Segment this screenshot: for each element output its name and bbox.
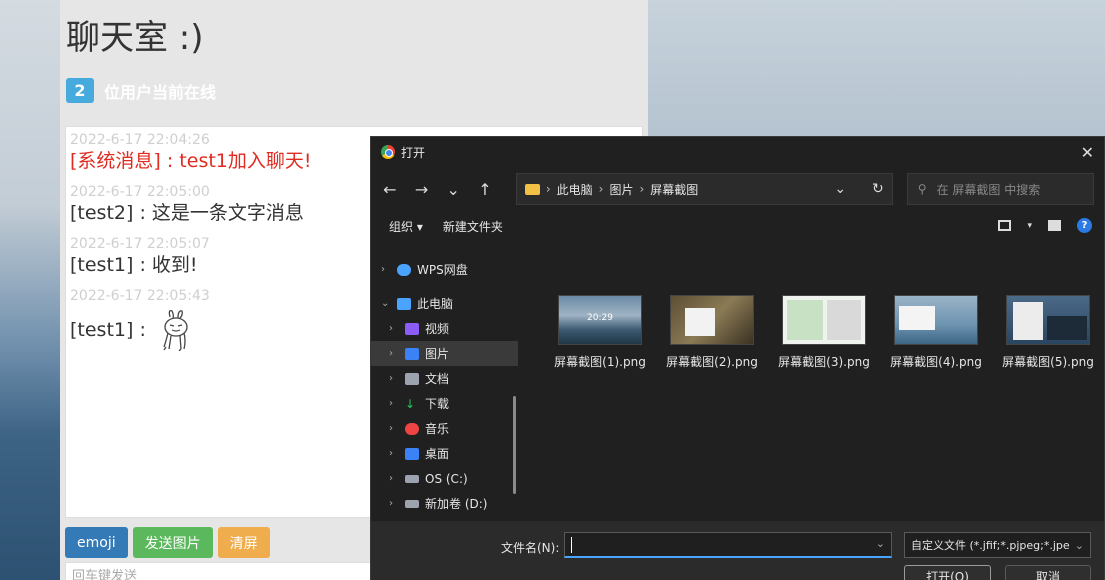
nav-item-drive-d[interactable]: › 新加卷 (D:) xyxy=(371,491,518,516)
drive-icon xyxy=(405,474,419,483)
dialog-navbar: ← → ⌄ ↑ › 此电脑 › 图片 › 屏幕截图 ⌄ ↻ ⚲ 在 屏幕截图 中… xyxy=(371,167,1104,211)
nav-item-label: 新加卷 (D:) xyxy=(425,497,488,511)
nav-item-label: 视频 xyxy=(425,322,450,336)
message-text: [test1] : xyxy=(70,319,146,341)
search-placeholder: 在 屏幕截图 中搜索 xyxy=(936,182,1041,197)
new-folder-button[interactable]: 新建文件夹 xyxy=(443,218,503,235)
filename-input[interactable]: ⌄ xyxy=(564,532,892,558)
chevron-down-icon[interactable]: ▾ xyxy=(1027,221,1032,231)
file-type-value: 自定义文件 (*.jfif;*.pjpeg;*.jpe xyxy=(911,539,1070,552)
nav-item-pictures[interactable]: › 图片 xyxy=(371,341,518,366)
open-button[interactable]: 打开(O) xyxy=(904,565,991,580)
desktop-icon xyxy=(405,447,419,460)
file-item[interactable]: 屏幕截图(5).png xyxy=(992,295,1104,521)
dialog-titlebar: 打开 ✕ xyxy=(371,137,1104,167)
file-name: 屏幕截图(2).png xyxy=(666,355,758,369)
breadcrumb-item[interactable]: 图片 xyxy=(609,181,633,198)
chat-toolbar: emoji 发送图片 清屏 xyxy=(65,527,270,558)
forward-icon[interactable]: → xyxy=(413,180,431,199)
back-icon[interactable]: ← xyxy=(381,180,399,199)
file-name: 屏幕截图(5).png xyxy=(1002,355,1094,369)
chrome-icon xyxy=(381,145,395,159)
nav-item-this-pc[interactable]: ⌄ 此电脑 xyxy=(371,291,518,316)
drive-icon xyxy=(405,499,419,508)
cancel-button[interactable]: 取消 xyxy=(1005,565,1091,580)
sticker-image xyxy=(163,309,188,351)
file-thumbnail xyxy=(1006,295,1090,345)
nav-item-label: WPS网盘 xyxy=(417,263,468,277)
navigation-pane[interactable]: › WPS网盘 ⌄ 此电脑 › 视频 › 图片 › 文档 › ↓ 下载 › 音乐… xyxy=(371,241,518,521)
folder-icon xyxy=(524,183,540,195)
filename-label: 文件名(N): xyxy=(501,541,560,555)
file-item[interactable]: 屏幕截图(2).png xyxy=(656,295,768,521)
nav-scrollbar[interactable] xyxy=(513,396,516,494)
chevron-down-icon[interactable]: ⌄ xyxy=(876,537,885,550)
text-caret xyxy=(571,537,572,553)
page-title: 聊天室 :) xyxy=(66,18,204,58)
file-thumbnail xyxy=(670,295,754,345)
chevron-down-icon: ⌄ xyxy=(1074,538,1084,552)
organize-button[interactable]: 组织 ▾ xyxy=(389,218,423,235)
nav-item-label: 文档 xyxy=(425,372,450,386)
nav-item-label: 桌面 xyxy=(425,447,450,461)
file-list: 20:29 屏幕截图(1).png 屏幕截图(2).png 屏幕截图(3).pn… xyxy=(518,241,1104,521)
pictures-icon xyxy=(405,347,419,360)
close-icon[interactable]: ✕ xyxy=(1081,143,1094,162)
nav-item-label: 音乐 xyxy=(425,422,450,436)
nav-item-music[interactable]: › 音乐 xyxy=(371,416,518,441)
nav-item-label: 此电脑 xyxy=(417,297,454,311)
nav-item-downloads[interactable]: › ↓ 下载 xyxy=(371,391,518,416)
command-bar: 组织 ▾ 新建文件夹 ▾ ? xyxy=(371,211,1104,241)
cloud-icon xyxy=(397,263,411,276)
refresh-icon[interactable]: ↻ xyxy=(872,181,884,197)
file-thumbnail: 20:29 xyxy=(558,295,642,345)
dialog-footer: 文件名(N): ⌄ 自定义文件 (*.jfif;*.pjpeg;*.jpe ⌄ … xyxy=(371,521,1104,580)
computer-icon xyxy=(397,297,411,310)
nav-item-desktop[interactable]: › 桌面 xyxy=(371,441,518,466)
file-item[interactable]: 屏幕截图(4).png xyxy=(880,295,992,521)
help-icon[interactable]: ? xyxy=(1077,218,1092,233)
nav-item-drive-c[interactable]: › OS (C:) xyxy=(371,466,518,491)
view-icon[interactable] xyxy=(998,220,1012,231)
download-icon: ↓ xyxy=(405,396,416,411)
file-name: 屏幕截图(1).png xyxy=(554,355,646,369)
chevron-down-icon[interactable]: ⌄ xyxy=(834,181,846,197)
address-bar[interactable]: › 此电脑 › 图片 › 屏幕截图 ⌄ ↻ xyxy=(515,173,893,205)
file-item[interactable]: 20:29 屏幕截图(1).png xyxy=(544,295,656,521)
recent-locations-icon[interactable]: ⌄ xyxy=(444,180,462,199)
nav-item-videos[interactable]: › 视频 xyxy=(371,316,518,341)
emoji-button[interactable]: emoji xyxy=(65,527,128,558)
thumbnail-clock: 20:29 xyxy=(587,313,613,323)
preview-pane-icon[interactable] xyxy=(1048,220,1061,231)
online-label: 位用户当前在线 xyxy=(104,82,217,102)
up-icon[interactable]: ↑ xyxy=(476,180,494,199)
desktop-background-left xyxy=(0,0,60,580)
file-name: 屏幕截图(4).png xyxy=(890,355,982,369)
nav-item-wps[interactable]: › WPS网盘 xyxy=(371,257,518,282)
file-thumbnail xyxy=(782,295,866,345)
file-open-dialog: 打开 ✕ ← → ⌄ ↑ › 此电脑 › 图片 › 屏幕截图 ⌄ ↻ ⚲ 在 屏… xyxy=(370,136,1105,580)
documents-icon xyxy=(405,372,419,385)
file-thumbnail xyxy=(894,295,978,345)
file-type-select[interactable]: 自定义文件 (*.jfif;*.pjpeg;*.jpe ⌄ xyxy=(904,532,1091,558)
dialog-title: 打开 xyxy=(401,145,426,160)
nav-item-label: 下载 xyxy=(425,397,450,411)
file-item[interactable]: 屏幕截图(3).png xyxy=(768,295,880,521)
breadcrumb-item[interactable]: 屏幕截图 xyxy=(650,181,698,198)
breadcrumb-item[interactable]: 此电脑 xyxy=(557,181,593,198)
nav-item-label: 图片 xyxy=(425,347,450,361)
online-count-badge: 2 xyxy=(66,78,94,103)
search-input[interactable]: ⚲ 在 屏幕截图 中搜索 xyxy=(906,173,1094,205)
online-status: 2 位用户当前在线 xyxy=(66,78,216,103)
music-icon xyxy=(405,422,419,435)
clear-button[interactable]: 清屏 xyxy=(217,527,270,558)
video-icon xyxy=(405,322,419,335)
nav-item-documents[interactable]: › 文档 xyxy=(371,366,518,391)
send-image-button[interactable]: 发送图片 xyxy=(132,527,213,558)
file-name: 屏幕截图(3).png xyxy=(778,355,870,369)
nav-item-label: OS (C:) xyxy=(425,471,468,486)
search-icon: ⚲ xyxy=(917,182,927,196)
